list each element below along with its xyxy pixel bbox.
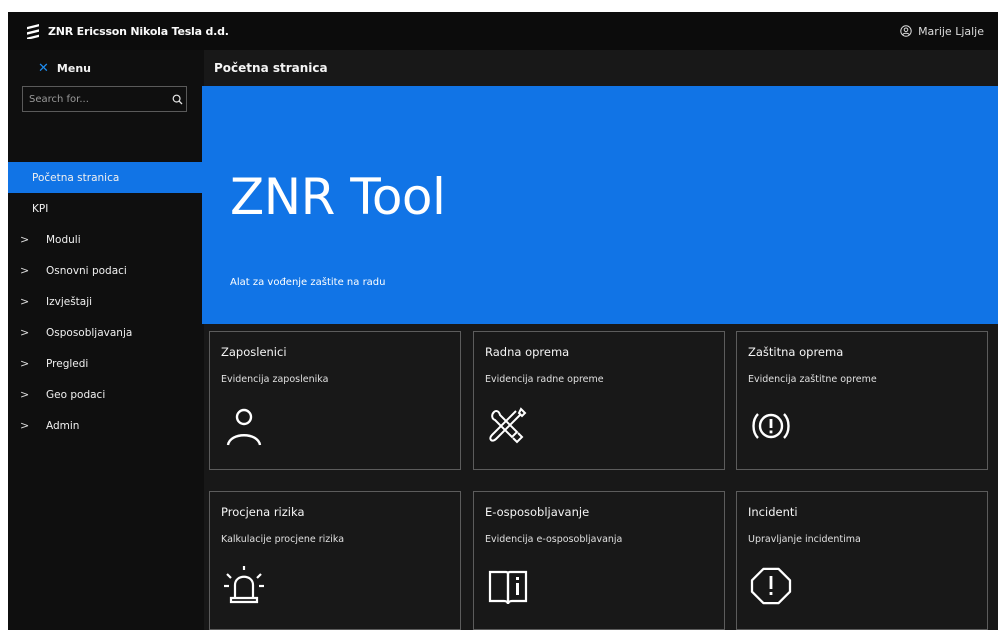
card-title: Zaštitna oprema (748, 345, 844, 359)
user-circle-icon (900, 25, 912, 37)
sidebar-item-izvjestaji[interactable]: > Izvještaji (8, 286, 204, 317)
sidebar-item-label: Osnovni podaci (46, 264, 127, 277)
chevron-right-icon: > (20, 357, 30, 370)
card-description: Evidencija zaštitne opreme (748, 374, 877, 385)
menu-label: Menu (56, 61, 91, 75)
user-menu[interactable]: Marije Ljalje (900, 12, 984, 50)
chevron-right-icon: > (20, 264, 30, 277)
app-window: ZNR Ericsson Nikola Tesla d.d. Marije Lj… (8, 12, 998, 630)
chevron-right-icon: > (20, 388, 30, 401)
card-description: Kalkulacije procjene rizika (221, 534, 345, 545)
sidebar-item-label: Početna stranica (32, 171, 120, 184)
card-description: Evidencija radne opreme (485, 374, 604, 385)
card-title: E-osposobljavanje (485, 505, 590, 519)
sidebar-nav: Početna stranica KPI > Moduli > Osnovni … (8, 162, 204, 441)
user-name: Marije Ljalje (918, 24, 984, 38)
ericsson-logo-icon (27, 24, 39, 39)
chevron-right-icon: > (20, 295, 30, 308)
sidebar-item-pocetna-stranica[interactable]: Početna stranica (8, 162, 204, 193)
card-title: Procjena rizika (221, 505, 305, 519)
card-description: Upravljanje incidentima (748, 534, 861, 545)
menu-toggle[interactable]: ✕ Menu (8, 50, 204, 86)
search-icon[interactable] (168, 94, 186, 105)
card-description: Evidencija e-osposobljavanja (485, 534, 623, 545)
sidebar-item-label: Moduli (46, 233, 81, 246)
sidebar-item-osposobljavanja[interactable]: > Osposobljavanja (8, 317, 204, 348)
sidebar-item-moduli[interactable]: > Moduli (8, 224, 204, 255)
chevron-right-icon: > (20, 326, 30, 339)
sidebar: ✕ Menu Početna stranica KPI > Moduli (8, 50, 204, 630)
warning-circle-icon (749, 404, 793, 448)
sidebar-item-label: KPI (32, 202, 49, 215)
sidebar-item-label: Pregledi (46, 357, 89, 370)
sidebar-item-label: Geo podaci (46, 388, 106, 401)
card-title: Incidenti (748, 505, 798, 519)
hero-banner: ZNR Tool Alat za vođenje zaštite na radu (202, 86, 998, 324)
card-procjena-rizika[interactable]: Procjena rizika Kalkulacije procjene riz… (209, 491, 461, 630)
sidebar-item-label: Izvještaji (46, 295, 93, 308)
tools-icon (486, 404, 530, 448)
sidebar-item-label: Admin (46, 419, 80, 432)
hero-title: ZNR Tool (230, 168, 446, 226)
ericsson-logo[interactable] (26, 23, 40, 39)
sidebar-item-osnovni-podaci[interactable]: > Osnovni podaci (8, 255, 204, 286)
book-info-icon (486, 564, 530, 608)
close-icon[interactable]: ✕ (38, 61, 49, 76)
user-icon (222, 404, 266, 448)
sidebar-item-kpi[interactable]: KPI (8, 193, 204, 224)
warning-octagon-icon (749, 564, 793, 608)
card-description: Evidencija zaposlenika (221, 374, 329, 385)
search-input[interactable] (23, 92, 168, 106)
card-radna-oprema[interactable]: Radna oprema Evidencija radne opreme (473, 331, 725, 470)
search-box (22, 86, 187, 112)
sidebar-item-admin[interactable]: > Admin (8, 410, 204, 441)
card-zaposlenici[interactable]: Zaposlenici Evidencija zaposlenika (209, 331, 461, 470)
card-zastitna-oprema[interactable]: Zaštitna oprema Evidencija zaštitne opre… (736, 331, 988, 470)
card-incidenti[interactable]: Incidenti Upravljanje incidentima (736, 491, 988, 630)
sidebar-item-label: Osposobljavanja (46, 326, 133, 339)
page-title: Početna stranica (214, 61, 328, 75)
card-title: Radna oprema (485, 345, 570, 359)
top-bar: ZNR Ericsson Nikola Tesla d.d. Marije Lj… (8, 12, 998, 50)
app-title: ZNR Ericsson Nikola Tesla d.d. (48, 24, 229, 38)
sidebar-item-pregledi[interactable]: > Pregledi (8, 348, 204, 379)
card-e-osposobljavanje[interactable]: E-osposobljavanje Evidencija e-osposoblj… (473, 491, 725, 630)
hero-subtitle: Alat za vođenje zaštite na radu (230, 277, 386, 288)
sidebar-item-geo-podaci[interactable]: > Geo podaci (8, 379, 204, 410)
module-cards: Zaposlenici Evidencija zaposlenika Radna… (209, 331, 997, 630)
chevron-right-icon: > (20, 233, 30, 246)
alarm-icon (222, 564, 266, 608)
chevron-right-icon: > (20, 419, 30, 432)
card-title: Zaposlenici (221, 345, 287, 359)
